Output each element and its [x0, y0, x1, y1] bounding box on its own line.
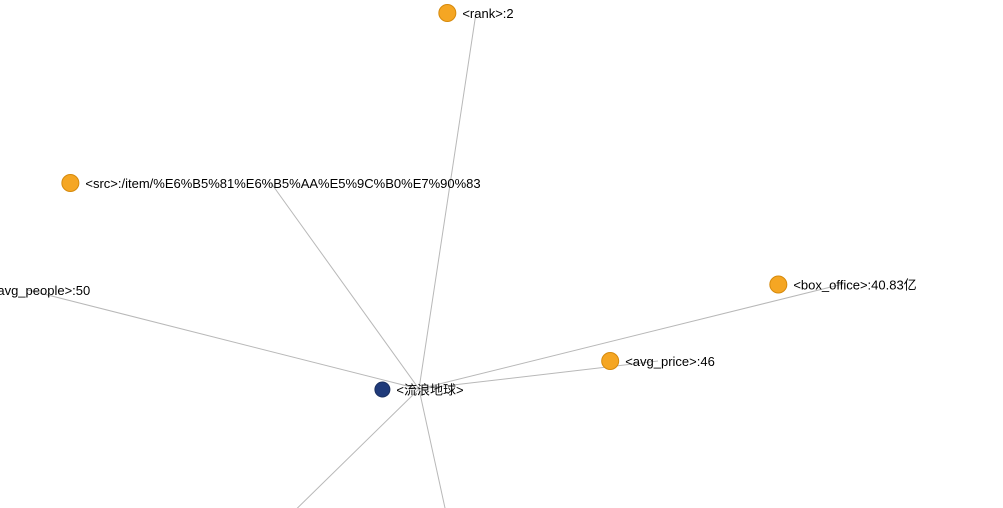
edge-line [419, 284, 843, 389]
center-node-label: <流浪地球> [396, 380, 463, 399]
edge-line [271, 183, 419, 389]
leaf-node-avg-price[interactable]: <avg_price>:46 [601, 352, 715, 370]
leaf-node-icon [601, 352, 619, 370]
center-node-icon [374, 381, 390, 397]
leaf-node-src[interactable]: <src>:/item/%E6%B5%81%E6%B5%AA%E5%9C%B0%… [61, 174, 480, 192]
leaf-node-label: <avg_people>:50 [0, 283, 90, 298]
leaf-node-box-office[interactable]: <box_office>:40.83亿 [769, 275, 916, 294]
leaf-node-icon [61, 174, 79, 192]
leaf-node-label: <avg_price>:46 [625, 354, 715, 369]
leaf-node-rank[interactable]: <rank>:2 [438, 4, 513, 22]
leaf-node-avg-people[interactable]: <avg_people>:50 [0, 281, 90, 299]
leaf-node-label: <src>:/item/%E6%B5%81%E6%B5%AA%E5%9C%B0%… [85, 176, 480, 191]
leaf-node-label: <rank>:2 [462, 6, 513, 21]
center-node[interactable]: <流浪地球> [374, 380, 463, 399]
edge-line [419, 389, 452, 508]
knowledge-graph[interactable]: <流浪地球> <rank>:2 <src>:/item/%E6%B5%81%E6… [0, 0, 1003, 508]
graph-edges [0, 0, 1003, 508]
edge-line [419, 13, 476, 389]
leaf-node-label: <box_office>:40.83亿 [793, 275, 916, 294]
edge-line [28, 290, 419, 389]
leaf-node-icon [438, 4, 456, 22]
leaf-node-icon [769, 275, 787, 293]
edge-line [275, 389, 419, 508]
